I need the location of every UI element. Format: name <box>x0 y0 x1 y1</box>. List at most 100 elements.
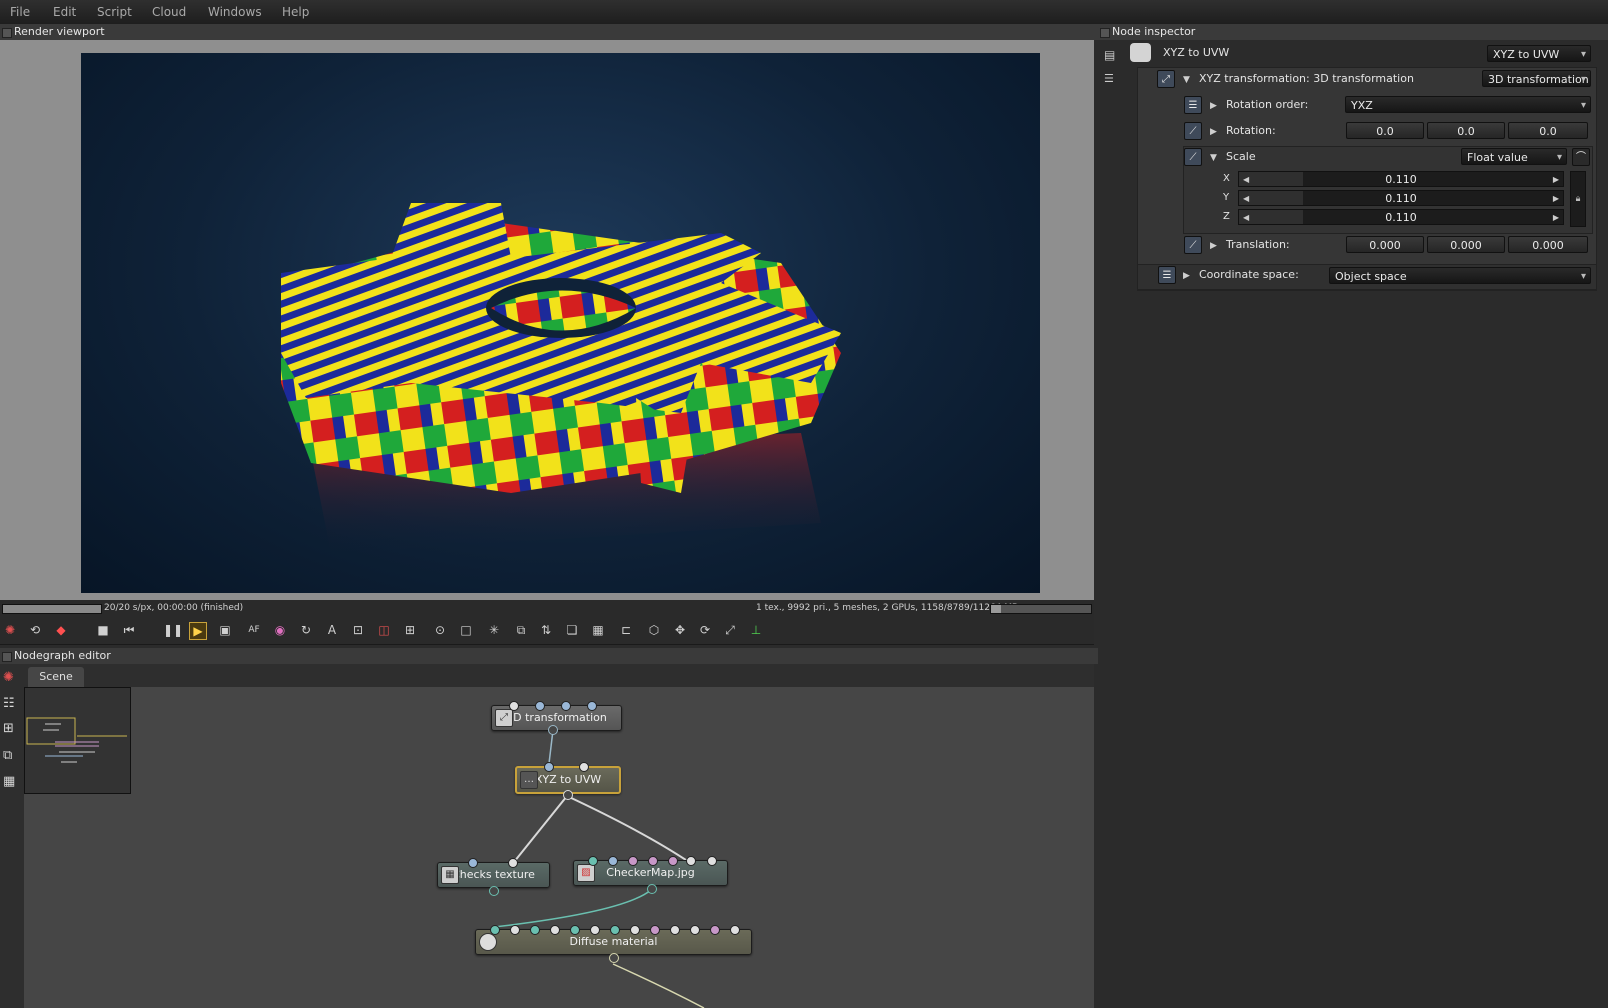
rotation-order-dropdown[interactable]: YXZ <box>1345 96 1591 114</box>
rewind-button[interactable]: ⏮ <box>121 622 137 638</box>
expand-triangle-icon[interactable]: ▶ <box>1210 241 1217 251</box>
octane-logo-icon[interactable]: ✺ <box>3 670 14 685</box>
input-pin[interactable] <box>648 856 658 866</box>
scale-lock-icon[interactable]: 🔒︎ <box>1570 171 1586 227</box>
lock-icon[interactable]: ⊏ <box>618 622 634 638</box>
coordinate-space-dropdown[interactable]: Object space <box>1329 267 1591 285</box>
expand-triangle-icon[interactable]: ▶ <box>1210 127 1217 137</box>
input-pin[interactable] <box>587 701 597 711</box>
input-pin[interactable] <box>668 856 678 866</box>
aft-icon[interactable]: A <box>324 622 340 638</box>
rotation-x-field[interactable]: 0.0 <box>1346 122 1424 139</box>
menu-cloud[interactable]: Cloud <box>152 5 186 19</box>
octane-logo-icon[interactable]: ✺ <box>2 622 18 638</box>
input-pin[interactable] <box>550 925 560 935</box>
node-color-swatch[interactable] <box>1130 43 1151 62</box>
scale-x-slider[interactable]: ◀ 0.110 ▶ <box>1238 171 1564 187</box>
translation-z-field[interactable]: 0.000 <box>1508 236 1588 253</box>
input-pin[interactable] <box>610 925 620 935</box>
menu-script[interactable]: Script <box>97 5 132 19</box>
cube-color-icon[interactable]: ◆ <box>53 622 69 638</box>
menu-help[interactable]: Help <box>282 5 309 19</box>
axes-icon[interactable]: ⊥ <box>748 622 764 638</box>
monitor-icon[interactable]: ▣ <box>217 622 233 638</box>
output-pin[interactable] <box>563 790 573 800</box>
play-button[interactable]: ▶ <box>189 622 207 640</box>
output-pin[interactable] <box>489 886 499 896</box>
pick-icon[interactable]: ⊞ <box>402 622 418 638</box>
transform-icon[interactable]: ⤢ <box>1157 70 1175 88</box>
af-icon[interactable]: AF <box>246 622 262 638</box>
menu-windows[interactable]: Windows <box>208 5 262 19</box>
scale-mode-dropdown[interactable]: Float value <box>1461 148 1567 166</box>
reload-icon[interactable]: ⟲ <box>27 622 43 638</box>
input-pin[interactable] <box>468 858 478 868</box>
translation-x-field[interactable]: 0.000 <box>1346 236 1424 253</box>
input-pin[interactable] <box>561 701 571 711</box>
move-icon[interactable]: ✥ <box>672 622 688 638</box>
input-pin[interactable] <box>508 858 518 868</box>
input-pin[interactable] <box>535 701 545 711</box>
input-pin[interactable] <box>579 762 589 772</box>
inspector-list-icon[interactable]: ☰ <box>1104 72 1118 86</box>
input-pin[interactable] <box>730 925 740 935</box>
expand-triangle-icon[interactable]: ▶ <box>1210 101 1217 111</box>
copy-icon[interactable]: ⧉ <box>513 622 529 638</box>
rotate-icon[interactable]: ↻ <box>298 622 314 638</box>
input-pin[interactable] <box>686 856 696 866</box>
input-pin[interactable] <box>588 856 598 866</box>
scale-y-slider[interactable]: ◀ 0.110 ▶ <box>1238 190 1564 206</box>
rotation-z-field[interactable]: 0.0 <box>1508 122 1588 139</box>
nodegraph-minimap[interactable] <box>24 687 131 794</box>
output-pin[interactable] <box>647 884 657 894</box>
tab-scene[interactable]: Scene <box>28 667 84 687</box>
export-icon[interactable]: ⇅ <box>538 622 554 638</box>
translation-y-field[interactable]: 0.000 <box>1427 236 1505 253</box>
picker-icon[interactable]: ▦ <box>590 622 606 638</box>
box-icon[interactable]: ⬡ <box>646 622 662 638</box>
output-pin[interactable] <box>609 953 619 963</box>
input-pin[interactable] <box>707 856 717 866</box>
input-pin[interactable] <box>544 762 554 772</box>
input-pin[interactable] <box>509 701 519 711</box>
node-type-dropdown[interactable]: XYZ to UVW <box>1487 45 1591 63</box>
expand-icon[interactable]: ⤢ <box>722 622 738 638</box>
node-checks-texture[interactable]: ▦ Checks texture <box>437 862 550 888</box>
layers-icon[interactable]: ❏ <box>564 622 580 638</box>
render-image[interactable] <box>81 53 1040 593</box>
input-pin[interactable] <box>650 925 660 935</box>
zoom-icon[interactable]: ⊙ <box>432 622 448 638</box>
spinner-icon[interactable]: ✳ <box>486 622 502 638</box>
curve-icon[interactable]: ⌒ <box>1572 148 1590 166</box>
input-pin[interactable] <box>628 856 638 866</box>
input-pin[interactable] <box>690 925 700 935</box>
menu-file[interactable]: File <box>10 5 30 19</box>
collapse-triangle-icon[interactable]: ▼ <box>1183 75 1190 85</box>
inspector-pin-icon[interactable]: ▤ <box>1104 48 1118 62</box>
output-pin[interactable] <box>548 725 558 735</box>
menu-edit[interactable]: Edit <box>53 5 76 19</box>
orbit-icon[interactable]: ⟳ <box>697 622 713 638</box>
input-pin[interactable] <box>530 925 540 935</box>
frame-icon[interactable]: ⊡ <box>350 622 366 638</box>
arrange-nodes-icon[interactable]: ☷ <box>3 696 15 711</box>
expand-triangle-icon[interactable]: ▶ <box>1183 271 1190 281</box>
square-icon[interactable]: □ <box>458 622 474 638</box>
input-pin[interactable] <box>630 925 640 935</box>
stop-button[interactable]: ■ <box>95 622 111 638</box>
input-pin[interactable] <box>490 925 500 935</box>
xyz-transformation-dropdown[interactable]: 3D transformation <box>1482 70 1591 88</box>
input-pin[interactable] <box>590 925 600 935</box>
scale-z-slider[interactable]: ◀ 0.110 ▶ <box>1238 209 1564 225</box>
collapse-triangle-icon[interactable]: ▼ <box>1210 153 1217 163</box>
nodegraph-canvas[interactable]: ⤢ 3D transformation … XYZ to UVW ▦ Check… <box>24 687 1094 1008</box>
color-wheel-icon[interactable]: ◉ <box>272 622 288 638</box>
grid-icon[interactable]: ▦ <box>3 774 15 789</box>
input-pin[interactable] <box>510 925 520 935</box>
input-pin[interactable] <box>570 925 580 935</box>
input-pin[interactable] <box>608 856 618 866</box>
rotation-y-field[interactable]: 0.0 <box>1427 122 1505 139</box>
input-pin[interactable] <box>710 925 720 935</box>
group-nodes-icon[interactable]: ⊞ <box>3 721 14 736</box>
region-icon[interactable]: ◫ <box>376 622 392 638</box>
